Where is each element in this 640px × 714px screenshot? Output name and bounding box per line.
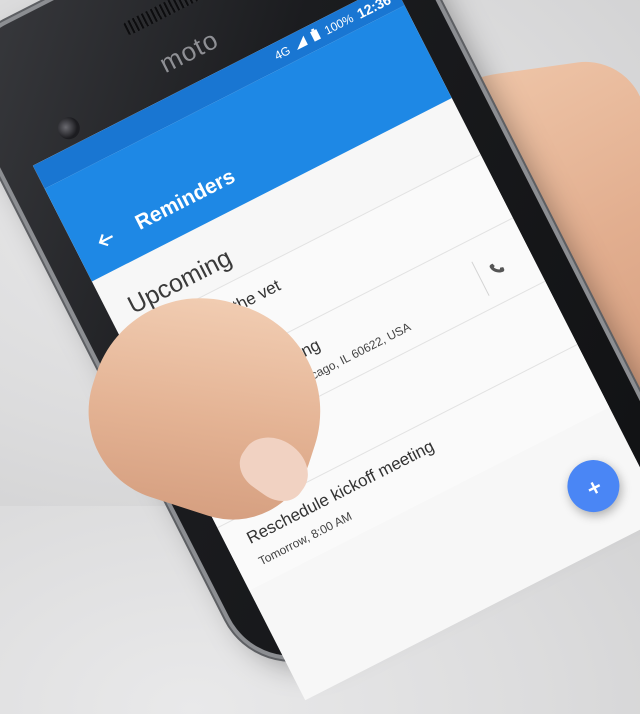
earpiece bbox=[120, 0, 232, 38]
signal-icon bbox=[291, 34, 310, 54]
brand-logo: moto bbox=[154, 23, 224, 79]
back-button[interactable] bbox=[83, 219, 129, 265]
arrow-left-icon bbox=[92, 225, 121, 258]
plus-icon bbox=[580, 469, 607, 503]
battery-icon bbox=[309, 27, 323, 45]
phone-icon bbox=[487, 258, 508, 281]
add-reminder-button[interactable] bbox=[558, 451, 629, 522]
network-label: 4G bbox=[272, 43, 293, 63]
scene: moto 4G 100% 12:36 Reminders Upcoming Ch… bbox=[0, 0, 640, 701]
front-camera bbox=[53, 113, 84, 144]
